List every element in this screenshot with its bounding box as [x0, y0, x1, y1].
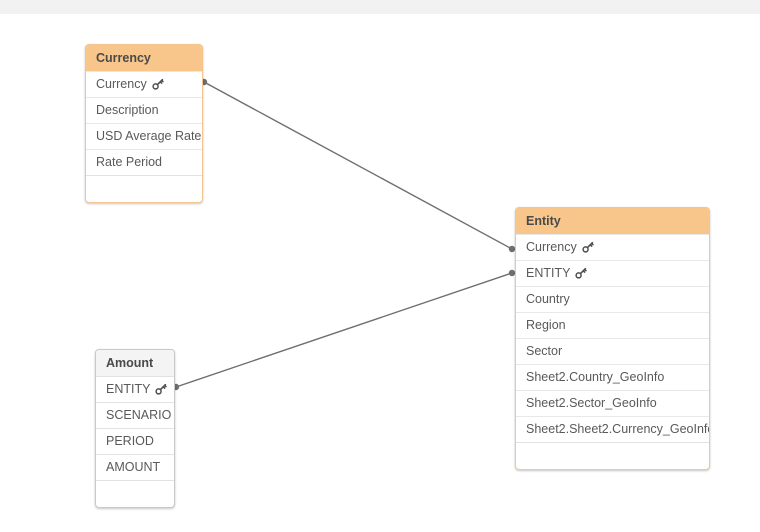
table-field[interactable]: Description [86, 97, 202, 123]
table-field[interactable]: AMOUNT [96, 454, 174, 480]
table-title-entity: Entity [516, 208, 709, 234]
table-field[interactable]: Sheet2.Country_GeoInfo [516, 364, 709, 390]
table-field[interactable]: Country [516, 286, 709, 312]
table-field[interactable]: Sheet2.Sheet2.Currency_GeoInfo [516, 416, 709, 442]
field-label: Currency [526, 240, 577, 254]
table-field[interactable]: PERIOD [96, 428, 174, 454]
table-field[interactable]: ENTITY [96, 376, 174, 402]
table-field[interactable]: USD Average Rate [86, 123, 202, 149]
field-label: Sheet2.Country_GeoInfo [526, 370, 665, 384]
key-icon [575, 267, 588, 279]
field-label: SCENARIO [106, 408, 172, 422]
table-entity[interactable]: Entity Currency ENTITY Country Region Sector S… [515, 207, 710, 470]
field-label: AMOUNT [106, 460, 161, 474]
field-label: USD Average Rate [96, 129, 202, 143]
field-label: Sheet2.Sector_GeoInfo [526, 396, 657, 410]
table-currency[interactable]: Currency Currency Description USD Average R… [85, 44, 203, 203]
table-field[interactable]: ENTITY [516, 260, 709, 286]
key-icon [152, 78, 164, 90]
data-model-canvas[interactable]: Currency Currency Description USD Average R… [0, 14, 760, 532]
field-label: ENTITY [106, 382, 151, 396]
field-label: PERIOD [106, 434, 154, 448]
link-currency-to-entity[interactable] [200, 78, 516, 253]
key-icon [582, 241, 594, 253]
field-label: Region [526, 318, 566, 332]
table-empty-row [86, 175, 202, 202]
field-label: Rate Period [96, 155, 163, 169]
key-icon [155, 383, 168, 395]
table-field[interactable]: SCENARIO [96, 402, 174, 428]
field-label: ENTITY [526, 266, 571, 280]
table-field[interactable]: Currency [86, 71, 202, 97]
field-label: Country [526, 292, 570, 306]
table-title-currency: Currency [86, 45, 202, 71]
field-label: Sector [526, 344, 563, 358]
table-title-amount: Amount [96, 350, 174, 376]
link-amount-to-entity[interactable] [172, 269, 516, 391]
table-field[interactable]: Currency [516, 234, 709, 260]
table-field[interactable]: Region [516, 312, 709, 338]
field-label: Currency [96, 77, 147, 91]
table-field[interactable]: Rate Period [86, 149, 202, 175]
table-empty-row [96, 480, 174, 507]
field-label: Description [96, 103, 159, 117]
link-line [175, 272, 513, 388]
table-amount[interactable]: Amount ENTITY SCENARIO PERIOD AMOUNT [95, 349, 175, 508]
top-bar [0, 0, 760, 14]
field-label: Sheet2.Sheet2.Currency_GeoInfo [526, 422, 709, 436]
table-field[interactable]: Sheet2.Sector_GeoInfo [516, 390, 709, 416]
link-line [203, 81, 513, 250]
table-field[interactable]: Sector [516, 338, 709, 364]
table-empty-row [516, 442, 709, 469]
